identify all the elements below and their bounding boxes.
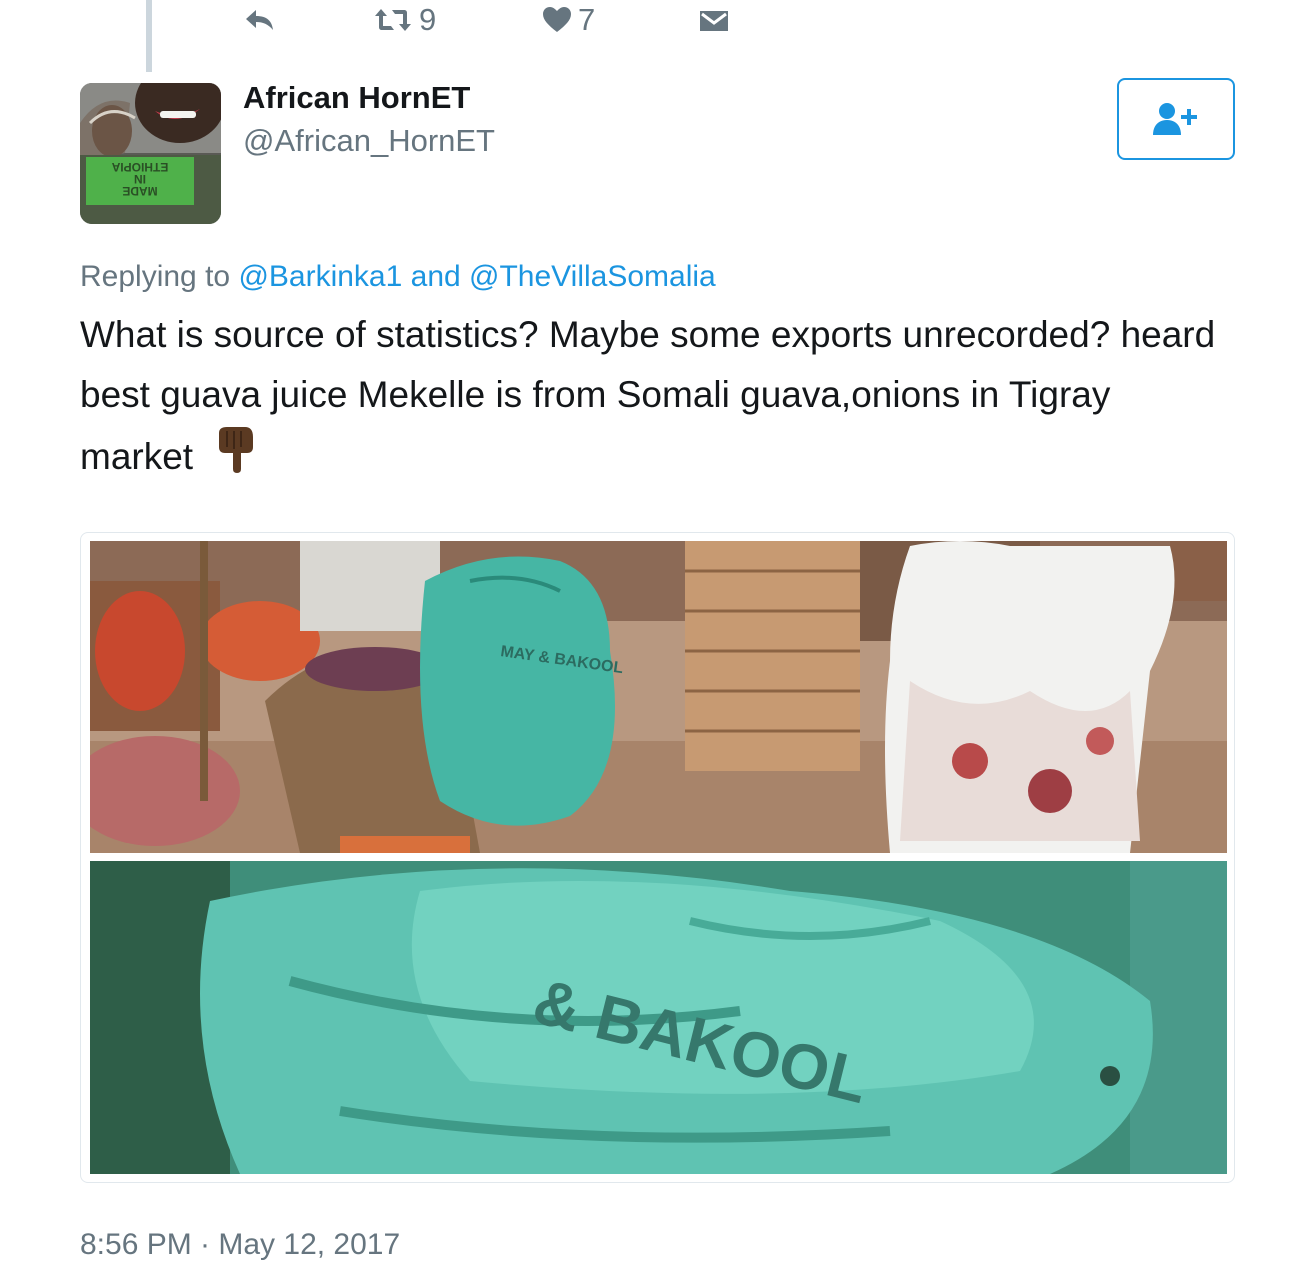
add-user-icon <box>1153 103 1197 135</box>
mention-link-thevillasomalia[interactable]: @TheVillaSomalia <box>469 260 716 293</box>
avatar-image: MADE IN ETHIOPIA <box>80 83 221 224</box>
tweet-timestamp[interactable]: 8:56 PM · May 12, 2017 <box>80 1228 400 1262</box>
bag-closeup-image: & BAKOOL <box>90 861 1227 1174</box>
backhand-index-pointing-down-icon <box>215 425 257 493</box>
reply-icon <box>246 10 273 30</box>
market-photo-image: MAY & BAKOOL <box>81 541 1227 853</box>
direct-message-button[interactable] <box>698 0 730 40</box>
market-photo[interactable]: MAY & BAKOOL <box>81 541 1227 853</box>
mention-link-barkinka1[interactable]: @Barkinka1 <box>238 260 402 293</box>
retweet-icon <box>375 9 411 31</box>
heart-icon <box>543 7 571 32</box>
svg-text:ETHIOPIA: ETHIOPIA <box>111 160 168 174</box>
bag-closeup-photo[interactable]: & BAKOOL <box>90 861 1227 1174</box>
retweet-button[interactable]: 9 <box>373 0 436 40</box>
author-handle[interactable]: @African_HornET <box>243 123 495 159</box>
author-avatar[interactable]: MADE IN ETHIOPIA <box>80 83 221 224</box>
follow-button[interactable] <box>1117 78 1235 160</box>
replying-to-line: Replying to @Barkinka1 and @TheVillaSoma… <box>80 260 716 294</box>
reply-button[interactable] <box>243 0 277 40</box>
mention-joiner[interactable]: and <box>402 260 469 293</box>
tweet-media[interactable]: MAY & BAKOOL & BAKOOL <box>80 532 1235 1183</box>
retweet-count: 9 <box>419 2 437 37</box>
like-count: 7 <box>578 2 596 37</box>
previous-tweet-actions: 9 7 <box>0 0 1315 40</box>
tweet-body: What is source of statistics? Maybe some… <box>80 305 1230 493</box>
author-display-name[interactable]: African HornET <box>243 80 470 116</box>
like-button[interactable]: 7 <box>542 0 595 40</box>
replying-to-label: Replying to <box>80 260 239 293</box>
envelope-icon <box>700 11 728 31</box>
